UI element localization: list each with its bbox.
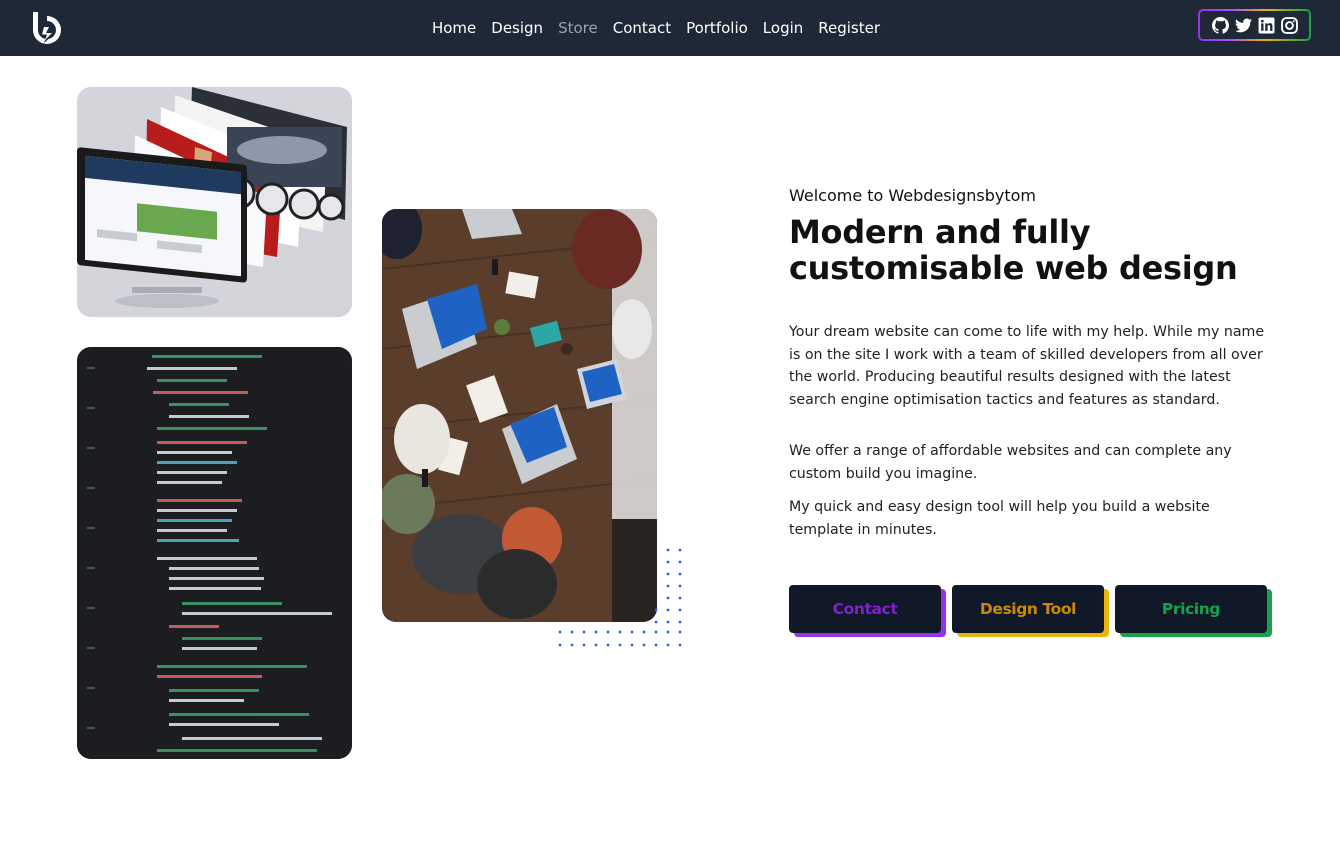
intro-paragraph: Your dream website can come to life with… (789, 324, 1265, 408)
decorative-dot-grid (558, 548, 682, 647)
contact-button[interactable]: Contact (789, 585, 941, 633)
code-screen-image (77, 347, 352, 759)
pricing-button[interactable]: Pricing (1115, 585, 1267, 633)
nav-login[interactable]: Login (763, 19, 803, 37)
social-links (1198, 9, 1311, 41)
main-nav: Home Design Store Contact Portfolio Logi… (0, 0, 1340, 56)
twitter-icon[interactable] (1234, 17, 1252, 34)
nav-design[interactable]: Design (491, 19, 543, 37)
nav-home[interactable]: Home (432, 19, 476, 37)
hero-heading-block: Welcome to Webdesignsbytom Modern and fu… (789, 186, 1269, 286)
nav-portfolio[interactable]: Portfolio (686, 19, 748, 37)
nav-store[interactable]: Store (558, 19, 598, 37)
linkedin-icon[interactable] (1258, 17, 1275, 34)
github-icon[interactable] (1211, 16, 1229, 34)
navbar: Home Design Store Contact Portfolio Logi… (0, 0, 1340, 56)
monitor-mockup-image (77, 87, 352, 317)
design-tool-paragraph: My quick and easy design tool will help … (789, 499, 1210, 538)
welcome-text: Welcome to Webdesignsbytom (789, 186, 1036, 205)
nav-contact[interactable]: Contact (613, 19, 671, 37)
social-links-inner (1200, 11, 1309, 39)
nav-register[interactable]: Register (818, 19, 880, 37)
instagram-icon[interactable] (1280, 16, 1298, 34)
hero-headline: Modern and fully customisable web design (789, 213, 1238, 287)
offer-paragraph: We offer a range of affordable websites … (789, 443, 1232, 482)
design-tool-button[interactable]: Design Tool (952, 585, 1104, 633)
